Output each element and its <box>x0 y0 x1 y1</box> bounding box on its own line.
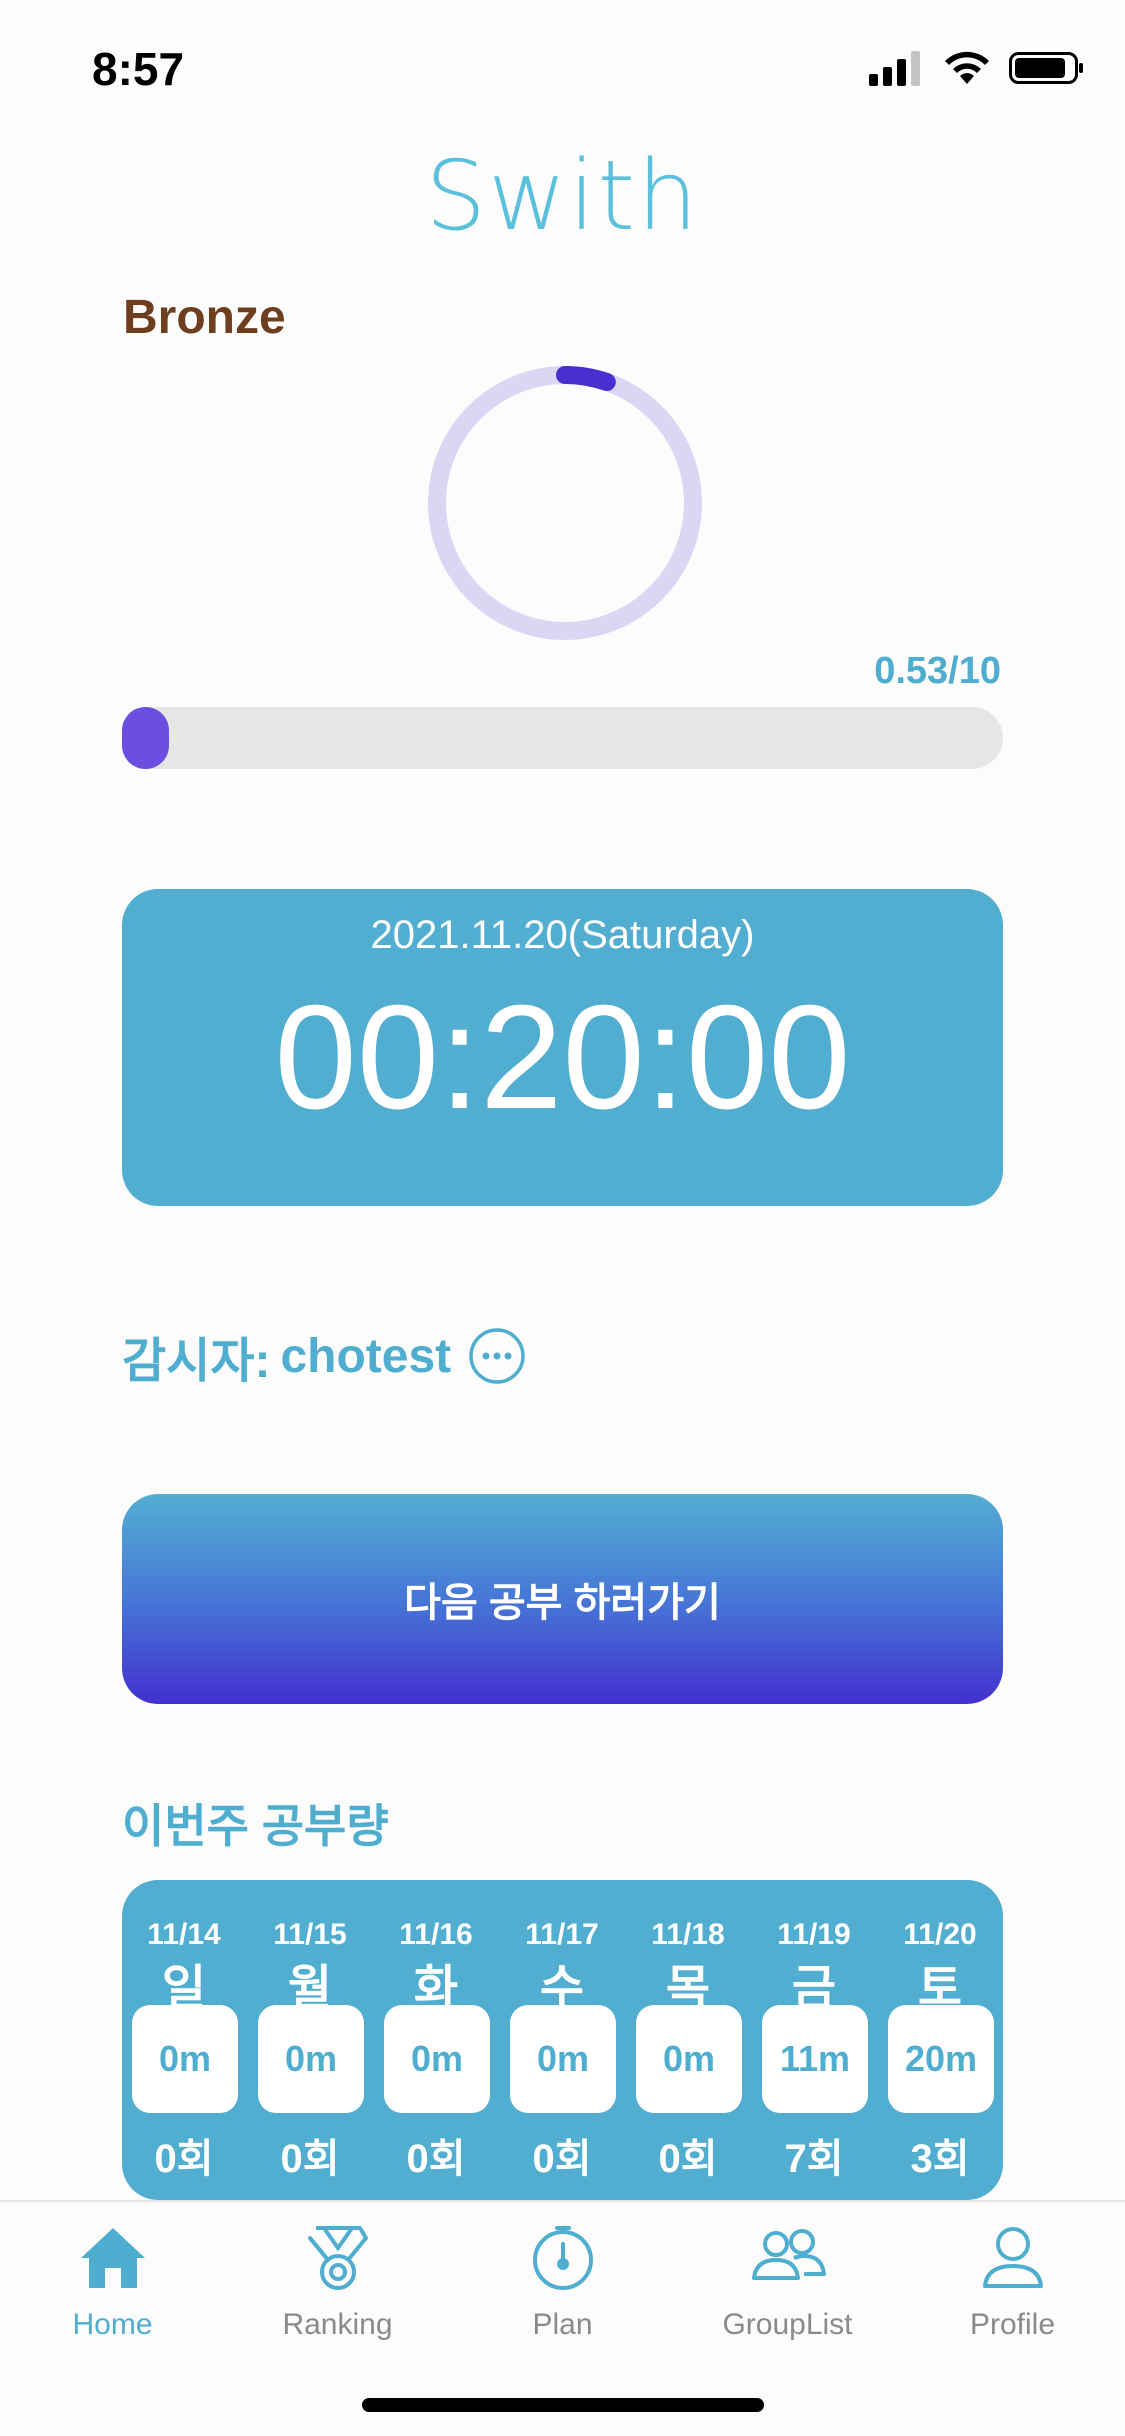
tab-profile[interactable]: Profile <box>900 2222 1125 2342</box>
day-session-count: 7회 <box>784 2137 844 2181</box>
tab-ranking[interactable]: Ranking <box>225 2222 450 2342</box>
day-study-time: 0m <box>258 2005 364 2113</box>
monitor-row: 감시자: chotest <box>122 1320 527 1392</box>
house-icon <box>80 2228 145 2288</box>
tab-home[interactable]: Home <box>0 2222 225 2342</box>
medal-icon <box>307 2226 368 2290</box>
day-date: 11/15 <box>273 1918 347 1951</box>
status-icons <box>869 48 1085 88</box>
day-date: 11/19 <box>777 1918 851 1951</box>
timer-date: 2021.11.20(Saturday) <box>370 913 755 957</box>
wifi-icon <box>945 51 989 84</box>
day-session-count: 0회 <box>154 2137 214 2181</box>
progress-bar <box>122 707 1003 769</box>
person-icon <box>982 2227 1043 2288</box>
home-screen: 8:57 Swith Bronze 0.53/10 2021.11.20(Sat… <box>0 0 1125 2436</box>
day-session-count: 0회 <box>406 2137 466 2181</box>
timer-elapsed: 00:20:00 <box>274 975 851 1140</box>
tab-label: GroupList <box>722 2308 853 2341</box>
status-time: 8:57 <box>92 43 185 95</box>
day-session-count: 0회 <box>658 2137 718 2181</box>
study-timer-card[interactable]: 2021.11.20(Saturday) 00:20:00 <box>122 889 1003 1206</box>
monitor-label: 감시자: <box>122 1335 271 1388</box>
stopwatch-icon <box>532 2226 593 2290</box>
day-date: 11/17 <box>525 1918 599 1951</box>
tab-plan[interactable]: Plan <box>450 2222 675 2342</box>
day-date: 11/18 <box>651 1918 725 1951</box>
day-study-time: 0m <box>384 2005 490 2113</box>
cellular-signal-icon <box>869 51 920 86</box>
tab-label: Plan <box>532 2308 593 2341</box>
day-study-time: 20m <box>888 2005 994 2113</box>
battery-icon <box>1009 52 1083 84</box>
day-date: 11/20 <box>903 1918 977 1951</box>
progress-value: 0.53/10 <box>874 650 1001 692</box>
day-session-count: 0회 <box>280 2137 340 2181</box>
tab-label: Ranking <box>282 2308 393 2341</box>
day-date: 11/14 <box>147 1918 221 1951</box>
status-bar: 8:57 <box>0 0 1125 140</box>
tier-label: Bronze <box>123 291 286 344</box>
app-title: Swith <box>425 140 700 252</box>
tab-grouplist[interactable]: GroupList <box>675 2222 900 2342</box>
day-study-time: 11m <box>762 2005 868 2113</box>
day-study-time: 0m <box>636 2005 742 2113</box>
day-date: 11/16 <box>399 1918 473 1951</box>
day-session-count: 3회 <box>910 2137 970 2181</box>
more-options-icon[interactable] <box>467 1326 527 1386</box>
day-session-count: 0회 <box>532 2137 592 2181</box>
day-study-time: 0m <box>510 2005 616 2113</box>
progress-bar-fill <box>122 707 169 769</box>
monitor-name: chotest <box>280 1329 452 1383</box>
tier-progress-ring <box>428 366 702 640</box>
weekly-study-title: 이번주 공부량 <box>122 1800 389 1852</box>
weekly-study-card: 11/14 일 0m 0회 11/15 월 0m 0회 11/16 화 0m 0… <box>122 1880 1003 2200</box>
next-study-button[interactable]: 다음 공부 하러가기 <box>122 1494 1003 1704</box>
group-icon <box>751 2229 826 2280</box>
home-indicator[interactable] <box>362 2398 764 2412</box>
day-study-time: 0m <box>132 2005 238 2113</box>
tab-label: Home <box>72 2308 153 2341</box>
tab-label: Profile <box>969 2308 1056 2341</box>
